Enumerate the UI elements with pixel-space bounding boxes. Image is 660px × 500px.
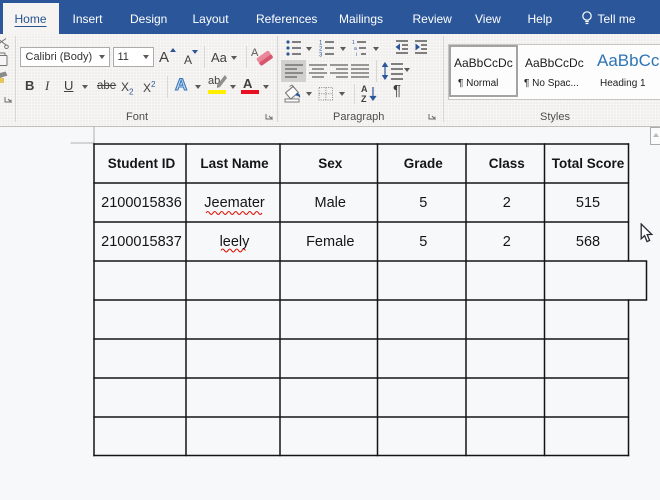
svg-text:A: A — [251, 47, 259, 59]
svg-text:Z: Z — [361, 94, 367, 103]
svg-text:A: A — [361, 84, 368, 94]
svg-text:3: 3 — [319, 53, 323, 58]
svg-text:i: i — [356, 52, 357, 57]
